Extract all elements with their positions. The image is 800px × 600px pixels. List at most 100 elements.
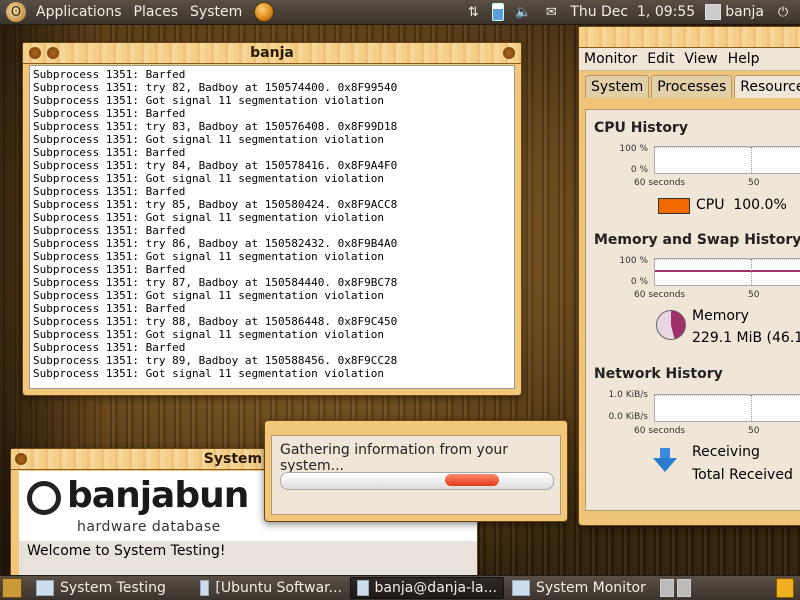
bottom-panel: System Testing [Ubuntu Softwar... banja@… — [0, 575, 800, 600]
progress-dialog-content: Gathering information from your system..… — [271, 435, 561, 515]
memory-series-line — [655, 270, 800, 272]
logo-text: banjabun — [67, 475, 249, 516]
terminal-line: Subprocess 1351: Barfed — [33, 107, 186, 120]
terminal-line: Subprocess 1351: Barfed — [33, 341, 186, 354]
terminal-line: Subprocess 1351: Barfed — [33, 263, 186, 276]
window-close-button[interactable] — [29, 47, 41, 59]
terminal-line: Subprocess 1351: Barfed — [33, 68, 186, 81]
mem-graph-gridline — [751, 259, 752, 285]
terminal-line: Subprocess 1351: Barfed — [33, 224, 186, 237]
terminal-output[interactable]: Subprocess 1351: Barfed Subprocess 1351: … — [29, 65, 515, 389]
resources-panel: CPU History 100 % 0 % 60 seconds 50 CPU … — [585, 109, 800, 511]
clock[interactable]: Thu Dec 1, 09:55 — [570, 4, 695, 20]
taskbar-system-monitor[interactable]: System Monitor — [506, 578, 658, 598]
task-label: System Monitor — [536, 580, 646, 596]
progress-dialog: Gathering information from your system..… — [264, 420, 568, 522]
system-menu[interactable]: System — [184, 4, 248, 20]
network-arrows-icon[interactable]: ⇅ — [464, 3, 482, 21]
terminal-line: Subprocess 1351: Got signal 11 segmentat… — [33, 172, 384, 185]
progress-message: Gathering information from your system..… — [280, 442, 509, 474]
mail-icon[interactable]: ✉ — [542, 3, 560, 21]
terminal-line: Subprocess 1351: try 87, Badboy at 15058… — [33, 276, 398, 289]
ubuntu-logo-icon — [27, 481, 61, 515]
cpu-graph — [654, 146, 800, 174]
terminal-line: Subprocess 1351: try 89, Badboy at 15058… — [33, 354, 398, 367]
terminal-line: Subprocess 1351: try 84, Badboy at 15057… — [33, 159, 398, 172]
power-icon[interactable]: ⏻ — [774, 3, 792, 21]
cpu-history-title: CPU History — [594, 120, 688, 136]
total-received-label: Total Received — [692, 467, 793, 483]
memory-history-title: Memory and Swap History — [594, 232, 800, 248]
terminal-line: Subprocess 1351: Barfed — [33, 146, 186, 159]
cpu-x-left-label: 60 seconds — [634, 178, 686, 188]
system-testing-task-icon — [36, 580, 54, 596]
cpu-graph-top-line — [655, 147, 800, 148]
net-graph-top-line — [655, 395, 800, 396]
cpu-usage-label: CPU 100.0% — [696, 197, 787, 213]
trash-icon[interactable] — [776, 578, 794, 598]
software-task-icon — [200, 580, 210, 596]
volume-icon[interactable]: 🔈 — [514, 3, 532, 21]
window-titlebar[interactable] — [579, 27, 800, 48]
cpu-color-swatch[interactable] — [658, 198, 690, 214]
tab-system[interactable]: System — [585, 75, 650, 98]
taskbar-system-testing[interactable]: System Testing — [30, 578, 192, 598]
window-minimize-button[interactable] — [47, 47, 59, 59]
menu-help[interactable]: Help — [723, 51, 765, 67]
taskbar-terminal[interactable]: banja@danja-la... — [350, 577, 504, 599]
tab-resources[interactable]: Resources — [734, 75, 800, 98]
terminal-line: Subprocess 1351: try 86, Badboy at 15058… — [33, 237, 398, 250]
mem-x-mid-label: 50 — [748, 290, 760, 300]
workspace-1[interactable] — [660, 579, 674, 597]
mem-y-top-label: 100 % — [619, 256, 648, 266]
window-titlebar[interactable]: banja — [23, 43, 521, 64]
gnome-foot-icon[interactable]: ʘ — [6, 2, 26, 22]
applications-menu[interactable]: Applications — [30, 4, 128, 20]
terminal-line: Subprocess 1351: Got signal 11 segmentat… — [33, 133, 384, 146]
places-menu[interactable]: Places — [128, 4, 185, 20]
user-switcher[interactable]: banja — [705, 4, 764, 20]
terminal-line: Subprocess 1351: Got signal 11 segmentat… — [33, 289, 384, 302]
cpu-y-bottom-label: 0 % — [630, 165, 648, 175]
mem-y-bottom-label: 0 % — [630, 277, 648, 287]
logo-subtitle: hardware database — [77, 519, 221, 535]
memory-pie-icon[interactable] — [656, 310, 686, 340]
cpu-y-top-label: 100 % — [619, 144, 648, 154]
welcome-message: Welcome to System Testing! — [19, 541, 477, 575]
system-monitor-window: Monitor Edit View Help System Processes … — [578, 26, 800, 526]
memory-value: 229.1 MiB (46.1 % — [692, 330, 800, 346]
terminal-line: Subprocess 1351: Got signal 11 segmentat… — [33, 367, 384, 380]
menu-monitor[interactable]: Monitor — [579, 51, 642, 67]
terminal-window: banja Subprocess 1351: Barfed Subprocess … — [22, 42, 522, 396]
menu-view[interactable]: View — [679, 51, 722, 67]
workspace-2[interactable] — [677, 579, 691, 597]
terminal-line: Subprocess 1351: Got signal 11 segmentat… — [33, 211, 384, 224]
net-y-top-label: 1.0 KiB/s — [608, 390, 648, 400]
progress-pulse — [445, 474, 499, 486]
window-close-button[interactable] — [15, 453, 27, 465]
net-x-left-label: 60 seconds — [634, 426, 686, 436]
terminal-line: Subprocess 1351: try 85, Badboy at 15058… — [33, 198, 398, 211]
memory-graph — [654, 258, 800, 286]
mem-graph-top-line — [655, 259, 800, 260]
receiving-arrow-stem — [660, 448, 670, 458]
terminal-line: Subprocess 1351: try 83, Badboy at 15057… — [33, 120, 398, 133]
receiving-arrow-icon[interactable] — [653, 458, 677, 472]
progress-bar — [280, 472, 554, 490]
terminal-line: Subprocess 1351: Barfed — [33, 185, 186, 198]
window-maximize-button[interactable] — [503, 47, 515, 59]
user-icon — [705, 4, 722, 20]
taskbar-ubuntu-software[interactable]: [Ubuntu Softwar... — [194, 578, 348, 598]
web-browser-icon[interactable] — [254, 2, 275, 22]
menu-edit[interactable]: Edit — [642, 51, 679, 67]
mem-x-left-label: 60 seconds — [634, 290, 686, 300]
battery-icon[interactable] — [492, 3, 505, 21]
show-desktop-icon[interactable] — [2, 578, 22, 598]
terminal-task-icon — [357, 580, 369, 596]
tab-processes[interactable]: Processes — [651, 75, 733, 98]
window-title: banja — [250, 45, 294, 61]
task-label: [Ubuntu Softwar... — [215, 580, 342, 596]
cpu-x-mid-label: 50 — [748, 178, 760, 188]
net-x-mid-label: 50 — [748, 426, 760, 436]
memory-label: Memory — [692, 308, 749, 324]
